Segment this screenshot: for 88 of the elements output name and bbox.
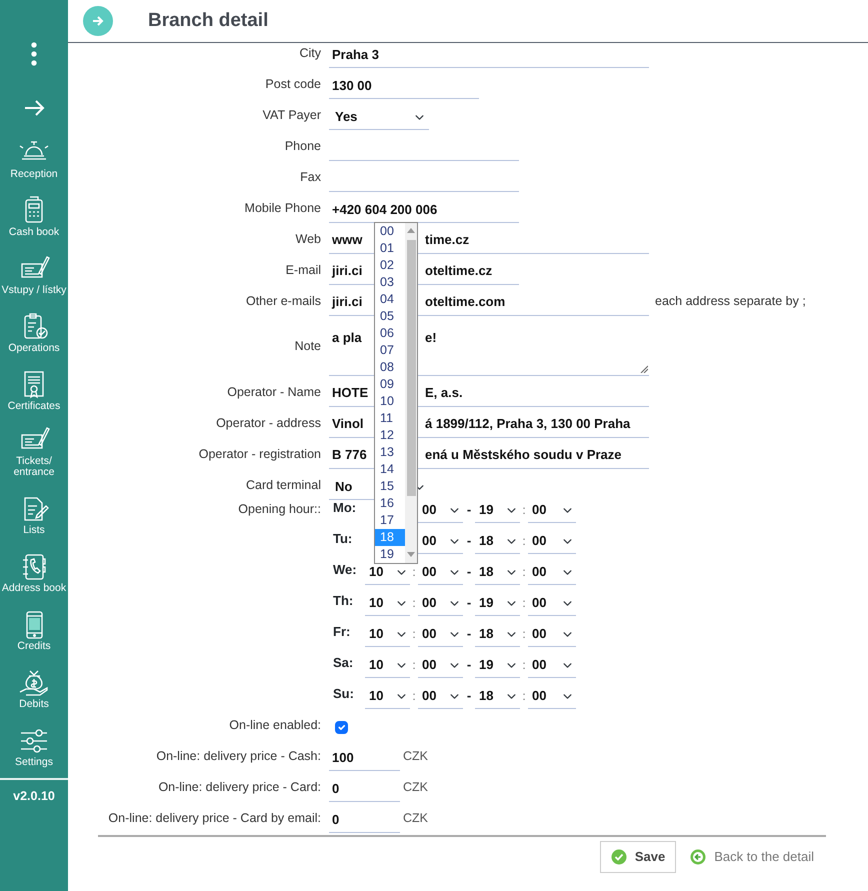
nav-label[interactable]: Credits [17, 641, 51, 652]
field-label: Fax [299, 169, 322, 186]
field-label: On-line: delivery price - Cash: [155, 748, 322, 766]
day-label: We: [332, 560, 358, 578]
hour-dropdown-list[interactable]: 00 01 02 03 04 05 06 07 08 09 10 11 12 13 14 15 16 17 18 19 [374, 222, 418, 564]
save-button[interactable]: Save [600, 841, 676, 872]
dash-text: - [466, 624, 472, 642]
dropdown-option[interactable]: 01 [375, 240, 405, 257]
dropdown-option[interactable]: 06 [375, 325, 405, 342]
nav-label[interactable]: Operations [8, 343, 60, 354]
field-label: City [298, 45, 322, 62]
dropdown-option[interactable]: 08 [375, 359, 405, 376]
nav-label[interactable]: Lists [23, 525, 45, 536]
colon-text: : [521, 688, 527, 705]
nav-label[interactable]: Cash book [8, 227, 60, 238]
nav-label[interactable]: Debits [19, 699, 49, 710]
currency-label: CZK [402, 748, 428, 766]
field-label: On-line: delivery price - Card: [157, 779, 322, 796]
field-label: Card terminal [244, 477, 322, 494]
dash-text: - [466, 562, 472, 580]
colon-text: : [411, 595, 417, 612]
dash-text: - [466, 500, 472, 518]
scroll-up-icon[interactable] [407, 228, 415, 233]
colon-text: : [411, 657, 417, 674]
back-arrow-icon [690, 848, 706, 865]
minute-select[interactable]: 00 [418, 499, 463, 523]
nav-label[interactable]: Certificates [8, 401, 60, 412]
dash-text: - [466, 656, 472, 674]
field-label: Operator - Name [226, 384, 322, 402]
field-label: Other e-mails [244, 293, 322, 310]
colon-text: : [521, 564, 527, 581]
colon-text: : [411, 688, 417, 705]
day-label: Su: [332, 684, 355, 702]
scrollbar[interactable] [405, 223, 417, 563]
version-label: v2.0.10 [0, 778, 68, 806]
dash-text: - [466, 532, 472, 550]
day-label: Tu: [332, 530, 354, 548]
colon-text: : [521, 595, 527, 612]
colon-text: : [521, 502, 527, 519]
currency-label: CZK [402, 810, 428, 828]
field-label: Phone [284, 138, 322, 156]
nav-label[interactable]: Reception [10, 169, 58, 180]
field-label: Operator - address [215, 415, 322, 432]
dropdown-option[interactable]: 16 [375, 495, 405, 512]
dropdown-option[interactable]: 17 [375, 512, 405, 529]
field-label: VAT Payer [262, 107, 322, 124]
dropdown-option[interactable]: 15 [375, 478, 405, 495]
nav-label[interactable]: Address book [2, 583, 66, 594]
checkbox[interactable] [335, 721, 348, 734]
arrow-right-icon[interactable] [83, 6, 113, 36]
hint-text: each address separate by ; [654, 293, 806, 310]
currency-label: CZK [402, 779, 428, 796]
day-label: Th: [332, 592, 354, 610]
field-label: Opening hour:: [237, 501, 322, 518]
scroll-down-icon[interactable] [407, 552, 415, 557]
field-label: Operator - registration [198, 446, 322, 464]
check-circle-icon [610, 848, 627, 865]
dropdown-option[interactable]: 10 [375, 393, 405, 410]
dropdown-option[interactable]: 19 [375, 546, 405, 563]
colon-text: : [521, 657, 527, 674]
dropdown-option[interactable]: 04 [375, 291, 405, 308]
dropdown-option[interactable]: 13 [375, 444, 405, 461]
field-label: On-line enabled: [228, 717, 322, 734]
field-label: Mobile Phone [244, 200, 322, 218]
colon-text: : [411, 564, 417, 581]
field-label: On-line: delivery price - Card by email: [107, 810, 322, 828]
day-label: Fr: [332, 622, 352, 640]
field-label: Post code [264, 76, 322, 94]
dash-text: - [466, 686, 472, 704]
nav-label[interactable]: Tickets/ entrance [12, 456, 56, 478]
dropdown-option[interactable]: 07 [375, 342, 405, 359]
nav-label[interactable]: Settings [15, 757, 53, 768]
day-label: Mo: [332, 498, 358, 516]
scrollbar-thumb[interactable] [407, 240, 416, 496]
colon-text: : [521, 626, 527, 643]
resize-grip-icon[interactable] [640, 365, 648, 373]
day-label: Sa: [332, 654, 354, 672]
field-label: Web [294, 231, 322, 248]
menu-icon[interactable] [31, 42, 37, 66]
arrow-right-icon[interactable] [23, 99, 45, 117]
nav-label[interactable]: Vstupy / lístky [2, 285, 66, 296]
dash-text: - [466, 594, 472, 612]
field-label: E-mail [284, 262, 322, 280]
field-label: Note [294, 338, 322, 355]
back-link[interactable]: Back to the detail [690, 847, 814, 866]
colon-text: : [411, 626, 417, 643]
page-title: Branch detail [148, 8, 268, 33]
colon-text: : [521, 533, 527, 550]
